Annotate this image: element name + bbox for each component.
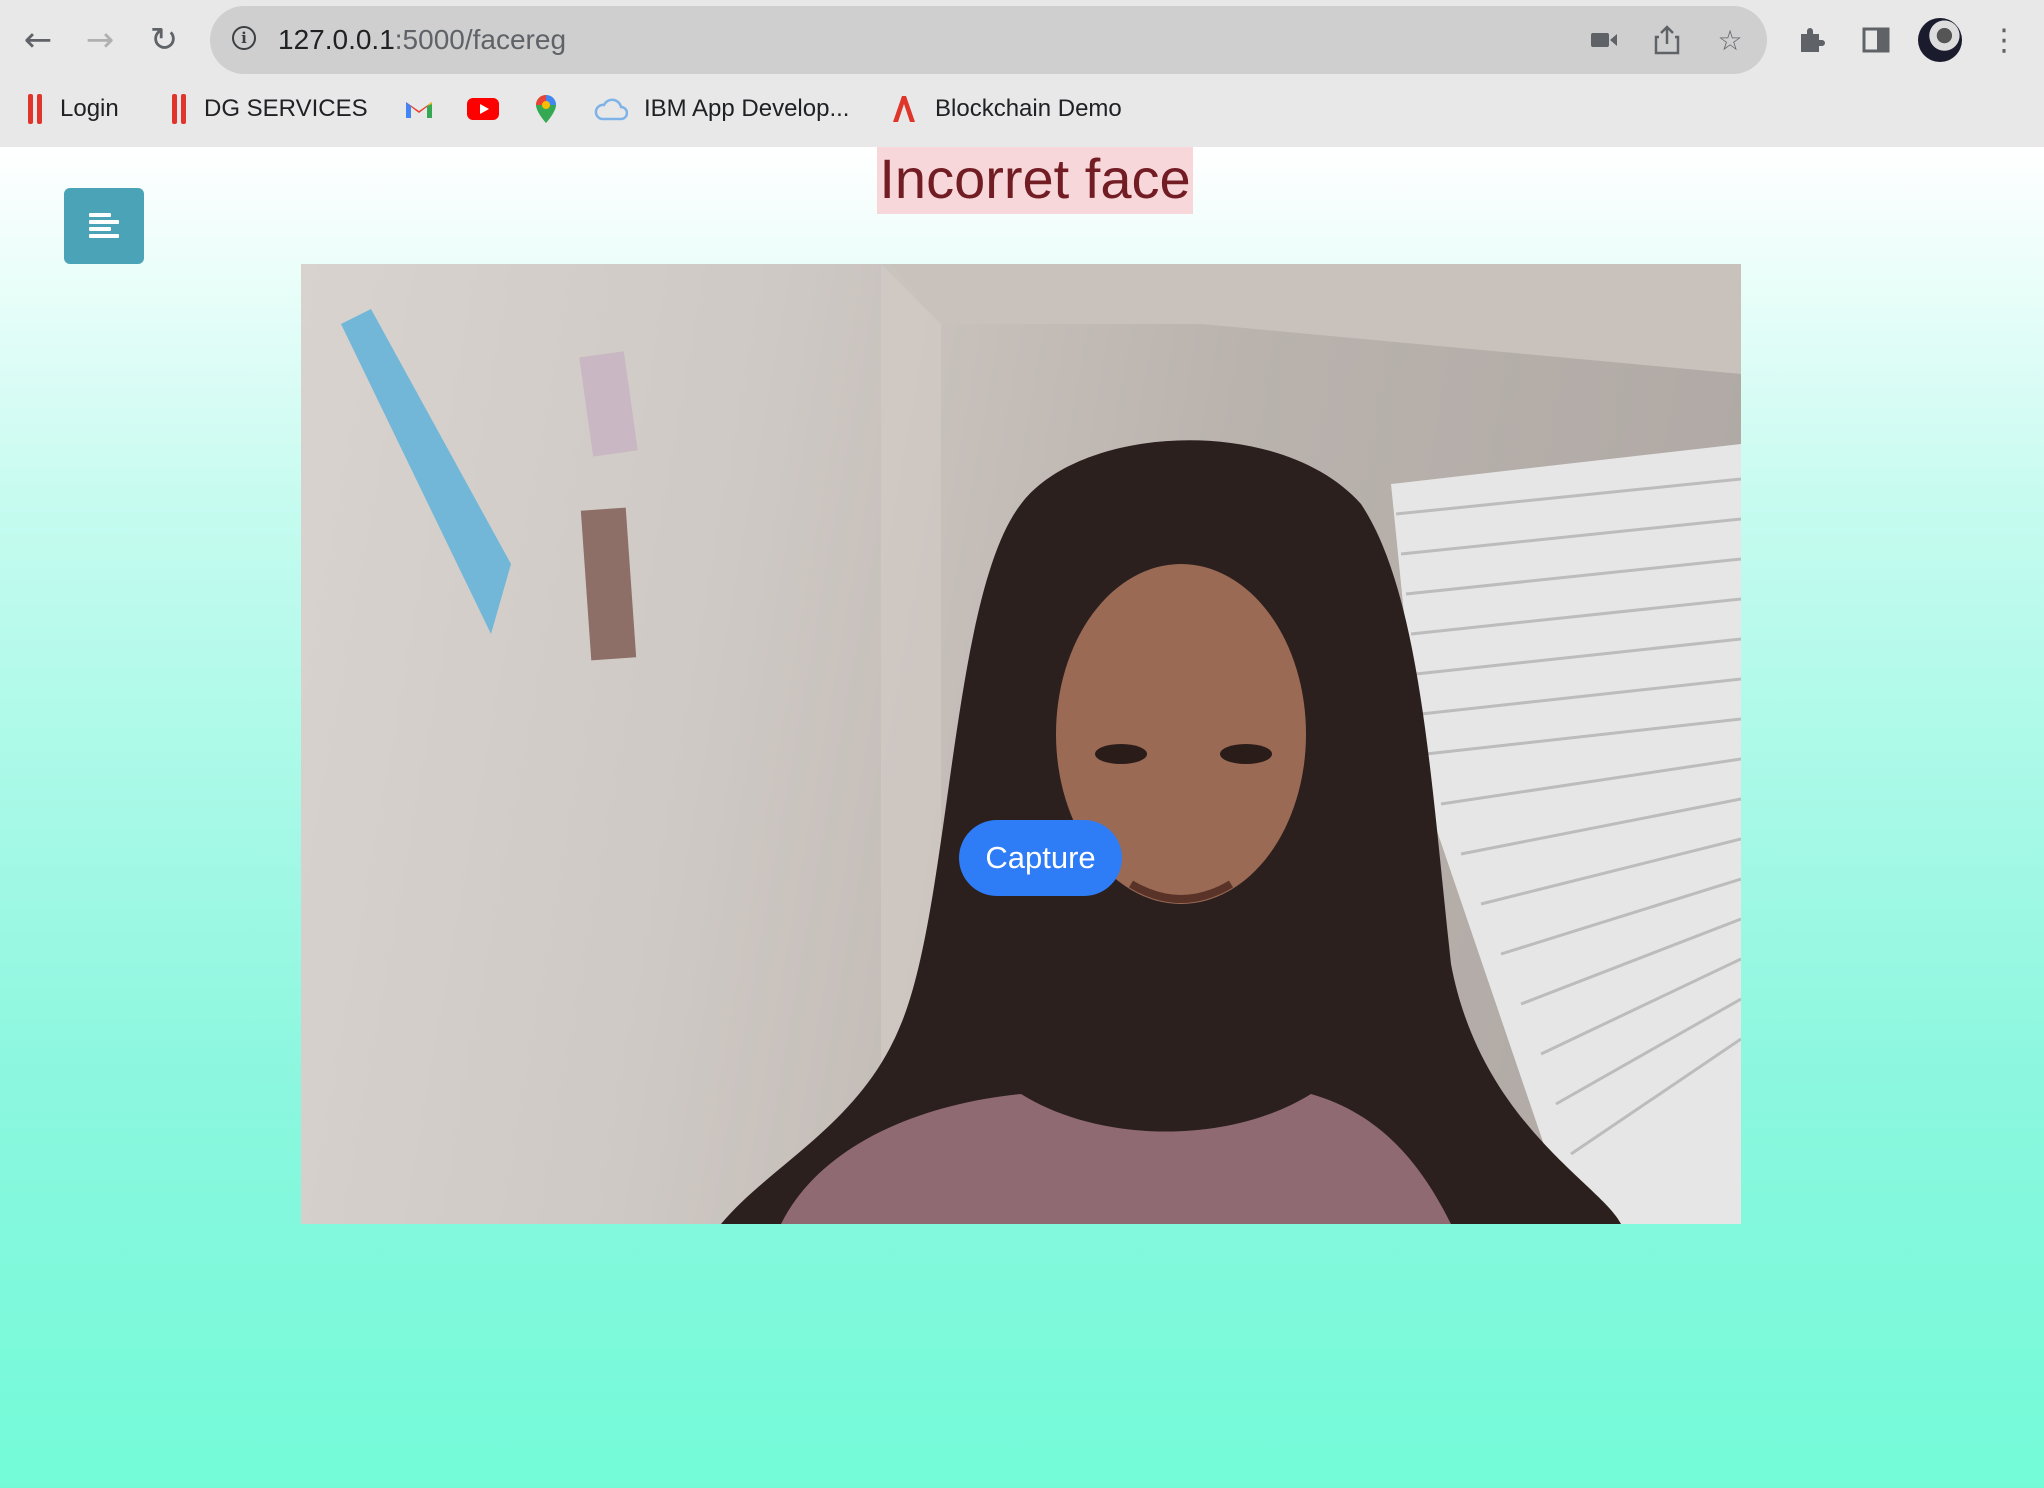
url-text[interactable]: 127.0.0.1:5000/facereg bbox=[278, 6, 566, 74]
webcam-frame-image bbox=[341, 264, 1741, 1224]
bookmark-label: DG SERVICES bbox=[204, 95, 368, 122]
forward-icon[interactable]: → bbox=[76, 16, 124, 64]
url-host: 127.0.0.1 bbox=[278, 24, 395, 55]
more-menu-icon[interactable]: ⋮ bbox=[1984, 20, 2024, 60]
back-icon[interactable]: ← bbox=[14, 16, 62, 64]
youtube-icon bbox=[467, 98, 499, 120]
bookmark-label: Blockchain Demo bbox=[935, 95, 1122, 122]
align-left-icon bbox=[89, 213, 119, 239]
capture-button[interactable]: Capture bbox=[959, 820, 1122, 896]
menu-toggle-button[interactable] bbox=[64, 188, 144, 264]
bookmark-ibm-app-develop[interactable]: IBM App Develop... bbox=[594, 86, 849, 132]
reload-icon[interactable]: ↻ bbox=[140, 16, 188, 64]
bookmark-star-icon[interactable]: ☆ bbox=[1714, 24, 1746, 57]
browser-chrome: ← → ↻ i 127.0.0.1:5000/facereg ☆ ⋮ Login bbox=[0, 0, 2044, 148]
bookmark-youtube[interactable] bbox=[467, 86, 515, 132]
bookmark-gmail[interactable] bbox=[404, 86, 450, 132]
cloud-icon bbox=[594, 97, 628, 121]
bookmark-label: Login bbox=[60, 95, 119, 122]
bookmark-maps[interactable] bbox=[534, 86, 574, 132]
bookmark-dg-services[interactable]: DG SERVICES bbox=[170, 86, 368, 132]
bookmarks-bar: Login DG SERVICES IBM App Develop... Blo… bbox=[0, 86, 2044, 132]
extensions-icon[interactable] bbox=[1792, 20, 1832, 60]
maps-icon bbox=[534, 94, 558, 124]
profile-avatar[interactable] bbox=[1918, 18, 1962, 62]
bars-logo-icon bbox=[26, 94, 44, 124]
bookmark-login[interactable]: Login bbox=[26, 86, 119, 132]
error-alert: Incorret face bbox=[877, 147, 1193, 214]
address-bar[interactable]: i 127.0.0.1:5000/facereg ☆ bbox=[210, 6, 1767, 74]
camera-in-use-icon[interactable] bbox=[1588, 24, 1620, 56]
webcam-video bbox=[301, 264, 1741, 1224]
site-info-icon[interactable]: i bbox=[232, 26, 256, 50]
share-icon[interactable] bbox=[1651, 24, 1683, 56]
side-panel-icon[interactable] bbox=[1856, 20, 1896, 60]
bookmark-label: IBM App Develop... bbox=[644, 95, 850, 122]
page-content: Incorret face Capture bbox=[0, 147, 2044, 1488]
url-path: :5000/facereg bbox=[394, 24, 567, 55]
gmail-icon bbox=[404, 98, 434, 120]
bars-logo-icon bbox=[170, 94, 188, 124]
a-logo-icon bbox=[889, 94, 919, 124]
bookmark-blockchain-demo[interactable]: Blockchain Demo bbox=[889, 86, 1122, 132]
browser-toolbar: ← → ↻ i 127.0.0.1:5000/facereg ☆ ⋮ bbox=[0, 0, 2044, 80]
